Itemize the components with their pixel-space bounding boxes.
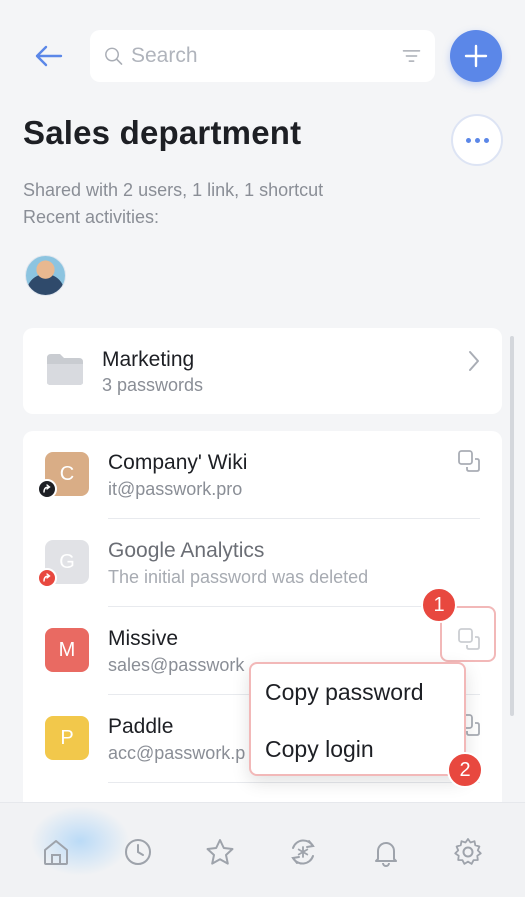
item-login: acc@passwork.p [108,743,246,763]
bell-icon [375,842,397,867]
star-icon [206,839,234,865]
copy-icon[interactable] [457,449,481,473]
plus-icon [464,44,488,68]
add-button[interactable] [450,30,502,82]
scrollbar[interactable] [510,336,514,716]
folder-icon [47,354,83,385]
nav-shortcuts[interactable] [285,834,321,870]
more-options-button[interactable] [451,114,503,166]
recent-activities-label: Recent activities: [23,207,160,227]
nav-home[interactable] [38,834,74,870]
folder-item-marketing[interactable]: Marketing 3 passwords [23,328,502,414]
shared-info: Shared with 2 users, 1 link, 1 shortcut [23,180,324,200]
item-name: Company' Wiki [108,451,248,474]
sync-icon [291,839,315,865]
step-badge-1: 1 [421,587,457,623]
item-login: it@passwork.pro [108,479,243,499]
copy-login-item[interactable]: Copy login [265,736,374,763]
item-letter-badge: P [45,716,89,760]
item-name: Google Analytics [108,539,265,562]
copy-password-item[interactable]: Copy password [265,679,424,706]
more-dot-icon [474,137,480,143]
search-icon [105,47,123,65]
item-login: The initial password was deleted [108,567,369,587]
avatar[interactable] [25,255,66,296]
clock-icon [125,839,151,865]
folder-name: Marketing [102,348,195,371]
item-name: Paddle [108,715,174,738]
search-input[interactable] [131,44,402,68]
shortcut-icon [37,568,57,588]
nav-settings[interactable] [450,834,486,870]
filter-icon[interactable] [402,46,421,66]
step-badge-2: 2 [447,752,483,788]
divider [108,782,480,783]
search-bar[interactable] [90,30,435,82]
nav-notifications[interactable] [368,834,404,870]
list-item[interactable]: C Company' Wiki it@passwork.pro [23,431,502,519]
more-dot-icon [465,137,471,143]
folder-count: 3 passwords [102,375,204,395]
item-letter-badge: M [45,628,89,672]
nav-favorites[interactable] [202,834,238,870]
item-login: sales@passwork [108,655,245,675]
copy-menu: Copy password Copy login [249,662,466,776]
chevron-right-icon [469,351,479,371]
gear-icon [454,838,482,865]
page-title: Sales department [23,114,302,151]
back-button[interactable] [28,36,68,76]
item-name: Missive [108,627,179,650]
nav-recent[interactable] [120,834,156,870]
more-dot-icon [483,137,489,143]
home-icon [44,840,68,865]
shortcut-icon [37,479,57,499]
arrow-left-icon [35,45,63,67]
